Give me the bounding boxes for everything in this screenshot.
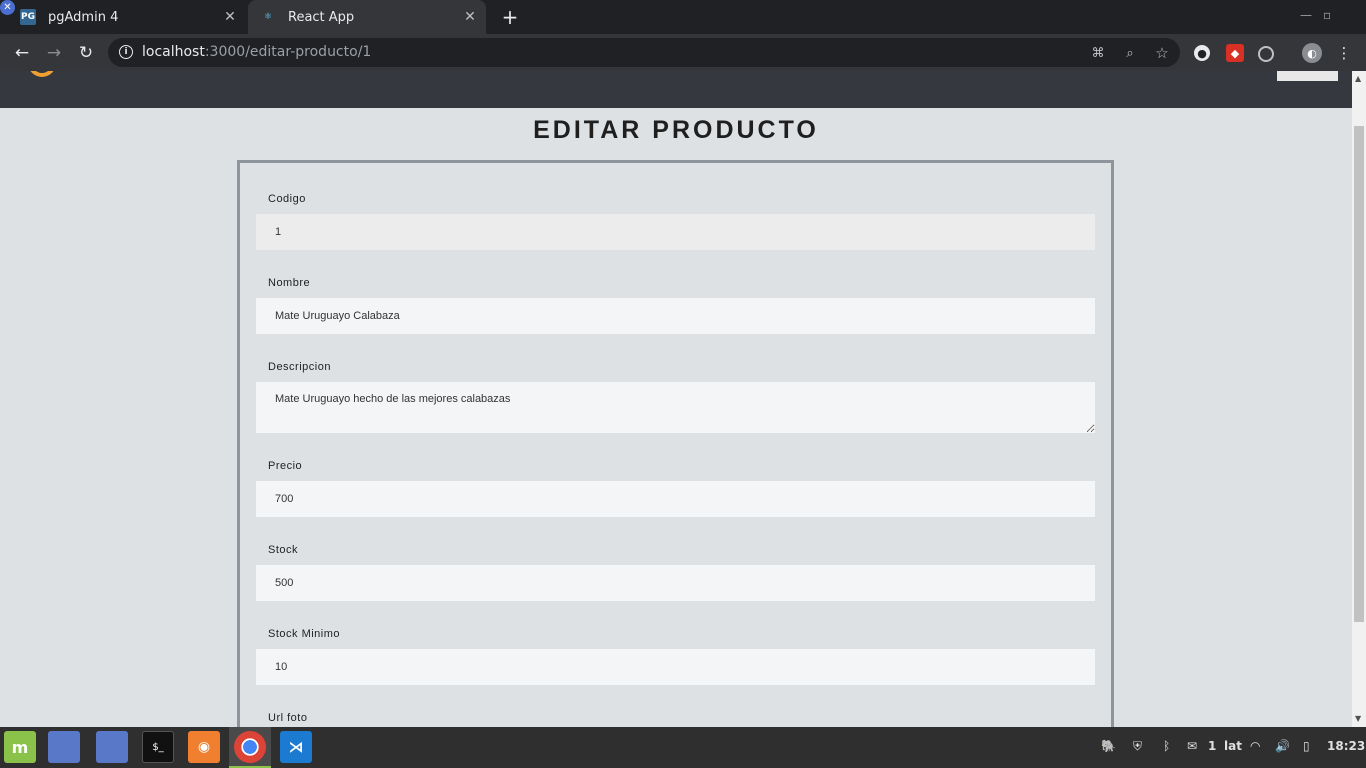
tab-title: React App <box>288 9 355 25</box>
precio-label: Precio <box>268 460 303 472</box>
scroll-up-arrow-icon[interactable]: ▲ <box>1355 74 1361 83</box>
site-info-icon[interactable]: i <box>119 45 133 59</box>
bookmark-star-icon[interactable]: ☆ <box>1153 44 1171 62</box>
address-bar[interactable]: i localhost:3000/editar-producto/1 ⌘ ⌕ ☆ <box>108 38 1180 67</box>
folder-icon[interactable] <box>96 731 128 763</box>
wifi-icon[interactable]: ◠ <box>1250 739 1260 753</box>
stock-input[interactable] <box>256 565 1095 601</box>
maximize-window-icon[interactable]: ▫ <box>1323 8 1331 22</box>
descripcion-textarea[interactable]: Mate Uruguayo hecho de las mejores calab… <box>256 382 1095 433</box>
minimize-window-icon[interactable]: — <box>1300 8 1312 22</box>
notification-icon[interactable]: ✉ <box>1187 739 1197 753</box>
extension-icon[interactable]: ● <box>1194 45 1210 61</box>
header-button[interactable] <box>1277 71 1338 81</box>
bluetooth-icon[interactable]: ᛒ <box>1163 739 1170 753</box>
stock-minimo-input[interactable] <box>256 649 1095 685</box>
codigo-input[interactable] <box>256 214 1095 250</box>
nombre-input[interactable] <box>256 298 1095 334</box>
react-favicon-icon: ⚛ <box>263 12 273 22</box>
nombre-label: Nombre <box>268 277 311 289</box>
mint-menu-icon[interactable]: m <box>4 731 36 763</box>
url-path: :3000/editar-producto/1 <box>204 44 372 60</box>
new-tab-button[interactable]: + <box>498 5 522 29</box>
stock-minimo-label: Stock Minimo <box>268 628 341 640</box>
shield-icon[interactable]: ⛨ <box>1133 739 1142 754</box>
tab-react-app[interactable]: ⚛ React App ✕ <box>248 0 486 34</box>
pgadmin-favicon-icon: PG <box>20 9 36 25</box>
stock-label: Stock <box>268 544 299 556</box>
page-title: EDITAR PRODUCTO <box>533 116 819 144</box>
clock[interactable]: 18:23 <box>1327 739 1365 753</box>
extension-icon[interactable] <box>1258 46 1274 62</box>
firefox-icon[interactable]: ◉ <box>188 731 220 763</box>
app-logo[interactable] <box>28 71 56 77</box>
edit-product-form: Codigo Nombre Descripcion Mate Uruguayo … <box>237 160 1114 727</box>
notification-count: 1 <box>1208 739 1217 753</box>
postgres-tray-icon[interactable]: 🐘 <box>1101 739 1116 753</box>
app-header <box>0 71 1352 108</box>
reload-button[interactable]: ↻ <box>74 41 98 65</box>
browser-toolbar: ← → ↻ i localhost:3000/editar-producto/1… <box>0 34 1366 71</box>
descripcion-label: Descripcion <box>268 361 331 373</box>
scroll-down-arrow-icon[interactable]: ▼ <box>1355 714 1361 723</box>
browser-menu-icon[interactable]: ⋮ <box>1335 44 1353 62</box>
chrome-icon[interactable] <box>234 731 266 763</box>
forward-button[interactable]: → <box>42 41 66 65</box>
folder-icon[interactable] <box>48 731 80 763</box>
back-button[interactable]: ← <box>10 41 34 65</box>
url-text[interactable]: localhost:3000/editar-producto/1 <box>142 44 371 60</box>
os-taskbar: m $_ ◉ ⋊ 🐘 ⛨ ᛒ ✉ 1 lat ◠ 🔊 ▯ 18:23 <box>0 727 1366 768</box>
precio-input[interactable] <box>256 481 1095 517</box>
page-viewport: EDITAR PRODUCTO Codigo Nombre Descripcio… <box>0 71 1352 727</box>
profile-avatar-icon[interactable]: ◐ <box>1302 43 1322 63</box>
keyboard-layout[interactable]: lat <box>1224 739 1242 753</box>
url-host: localhost <box>142 44 205 60</box>
close-tab-icon[interactable]: ✕ <box>460 7 480 27</box>
terminal-icon[interactable]: $_ <box>142 731 174 763</box>
translate-icon[interactable]: ⌘ <box>1089 44 1107 62</box>
page-scrollbar[interactable]: ▲ ▼ <box>1352 71 1366 727</box>
scrollbar-thumb[interactable] <box>1354 126 1364 622</box>
browser-tab-strip: PG pgAdmin 4 ✕ ⚛ React App ✕ + — ▫ ✕ <box>0 0 1366 34</box>
url-foto-label: Url foto <box>268 712 308 724</box>
tab-pgadmin[interactable]: PG pgAdmin 4 ✕ <box>8 0 246 34</box>
volume-icon[interactable]: 🔊 <box>1275 739 1290 753</box>
zoom-icon[interactable]: ⌕ <box>1121 44 1139 62</box>
tab-title: pgAdmin 4 <box>48 9 119 25</box>
vscode-icon[interactable]: ⋊ <box>280 731 312 763</box>
codigo-label: Codigo <box>268 193 306 205</box>
close-tab-icon[interactable]: ✕ <box>220 7 240 27</box>
extension-icon[interactable]: ◆ <box>1226 44 1244 62</box>
battery-icon[interactable]: ▯ <box>1303 739 1310 753</box>
